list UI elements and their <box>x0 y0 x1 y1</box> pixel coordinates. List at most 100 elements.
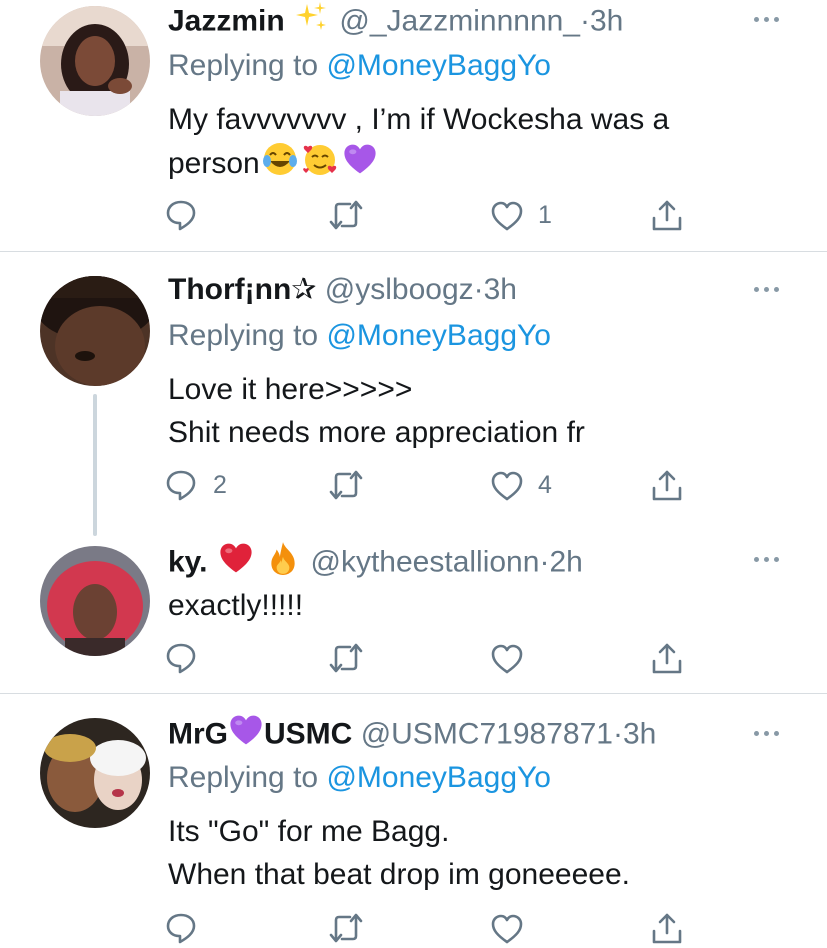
avatar[interactable] <box>40 6 150 116</box>
fire-icon <box>266 540 300 587</box>
tweet-text-line: Its "Go" for me Bagg. <box>168 815 450 848</box>
tweet-text-segment: person <box>168 146 260 180</box>
handle[interactable]: @yslboogz <box>325 273 474 306</box>
more-options-icon[interactable] <box>754 284 786 294</box>
reply-button[interactable] <box>165 195 213 235</box>
retweet-button[interactable] <box>328 465 364 505</box>
tweet-text-line: My favvvvvvv , I’m if Wockesha was a <box>168 103 670 136</box>
tweet-1[interactable]: Jazzmin @_Jazzminnnnn_·3h Replying to @M… <box>0 0 827 252</box>
reply-button[interactable] <box>165 908 199 948</box>
reply-icon[interactable] <box>165 468 199 502</box>
tweet-text-line: exactly!!!!! <box>168 589 304 622</box>
tweet-4[interactable]: MrG USMC @USMC71987871·3h Replying to @M… <box>0 694 827 944</box>
timestamp[interactable]: 3h <box>484 273 517 306</box>
more-options-icon[interactable] <box>754 728 786 738</box>
purple-heart-icon <box>228 712 264 759</box>
share-icon[interactable] <box>650 468 684 502</box>
mention-link[interactable]: @MoneyBaggYo <box>326 319 551 352</box>
tweet-actions: 1 <box>165 195 695 235</box>
tweet-text: My favvvvvvv , I’m if Wockesha was a per… <box>168 98 669 189</box>
reply-icon[interactable] <box>165 911 199 945</box>
replying-to-label: Replying to <box>168 49 319 82</box>
share-button[interactable] <box>650 908 684 948</box>
mention-link[interactable]: @MoneyBaggYo <box>326 49 551 82</box>
tweet-actions <box>165 638 695 678</box>
like-button[interactable] <box>490 638 524 678</box>
tweet-text-line: Shit needs more appreciation fr <box>168 416 585 449</box>
separator-dot: · <box>580 4 590 38</box>
like-icon[interactable] <box>490 468 524 502</box>
retweet-button[interactable] <box>328 638 364 678</box>
tweet-text: Love it here>>>>> Shit needs more apprec… <box>168 368 585 454</box>
timestamp[interactable]: 3h <box>623 717 656 750</box>
tweet-text: Its "Go" for me Bagg. When that beat dro… <box>168 810 630 896</box>
tweet-header: ky. @kytheestallionn·2h <box>168 540 583 580</box>
display-name[interactable]: Thorf¡nn✰ <box>168 273 316 306</box>
reply-icon[interactable] <box>165 198 199 232</box>
display-name[interactable]: ky. <box>168 545 207 578</box>
like-button[interactable]: 1 <box>490 195 552 235</box>
like-icon[interactable] <box>490 198 524 232</box>
tweet-text-line: When that beat drop im goneeeee. <box>168 858 630 891</box>
more-options-icon[interactable] <box>754 14 786 24</box>
purple-heart-icon <box>342 141 378 189</box>
retweet-icon[interactable] <box>328 640 364 676</box>
display-name[interactable]: Jazzmin <box>168 4 285 37</box>
share-icon[interactable] <box>650 198 684 232</box>
avatar[interactable] <box>40 546 150 656</box>
like-button[interactable] <box>490 908 524 948</box>
tweet-3[interactable]: ky. @kytheestallionn·2h exactly!!!!! <box>0 532 827 694</box>
tweet-2[interactable]: Thorf¡nn✰ @yslboogz·3h Replying to @Mone… <box>0 252 827 536</box>
like-icon[interactable] <box>490 641 524 675</box>
reply-count: 2 <box>213 470 227 499</box>
retweet-icon[interactable] <box>328 910 364 946</box>
separator-dot: · <box>539 545 550 579</box>
tweet-text: exactly!!!!! <box>168 584 303 627</box>
tweet-actions: 2 4 <box>165 465 695 505</box>
retweet-icon[interactable] <box>328 197 364 233</box>
like-count: 1 <box>538 200 552 229</box>
handle[interactable]: @USMC71987871 <box>361 717 613 750</box>
reply-button[interactable]: 2 <box>165 465 227 505</box>
display-name-part[interactable]: USMC <box>264 717 352 750</box>
tweet-text-line: Love it here>>>>> <box>168 373 413 406</box>
separator-dot: · <box>473 273 484 306</box>
tweet-header: Jazzmin @_Jazzminnnnn_·3h <box>168 0 623 40</box>
thread-connector <box>93 394 97 536</box>
share-button[interactable] <box>650 195 684 235</box>
share-button[interactable] <box>650 638 684 678</box>
separator-dot: · <box>612 717 623 751</box>
tweet-text-line: person <box>168 141 669 189</box>
avatar[interactable] <box>40 718 150 828</box>
timestamp[interactable]: 2h <box>549 545 582 578</box>
display-name-part[interactable]: MrG <box>168 717 228 750</box>
mention-link[interactable]: @MoneyBaggYo <box>326 761 551 794</box>
share-icon[interactable] <box>650 911 684 945</box>
retweet-button[interactable] <box>328 908 364 948</box>
red-heart-icon <box>218 540 254 587</box>
reply-icon[interactable] <box>165 641 199 675</box>
handle[interactable]: @_Jazzminnnnn_ <box>339 4 580 37</box>
share-icon[interactable] <box>650 641 684 675</box>
replying-to: Replying to @MoneyBaggYo <box>168 46 551 86</box>
sparkles-icon <box>295 0 329 45</box>
avatar[interactable] <box>40 276 150 386</box>
joy-icon <box>262 141 298 189</box>
retweet-button[interactable] <box>328 195 364 235</box>
replying-to: Replying to @MoneyBaggYo <box>168 316 551 356</box>
retweet-icon[interactable] <box>328 467 364 503</box>
replying-to-label: Replying to <box>168 319 319 352</box>
like-button[interactable]: 4 <box>490 465 552 505</box>
reply-button[interactable] <box>165 638 199 678</box>
timestamp[interactable]: 3h <box>590 4 623 37</box>
tweet-header: MrG USMC @USMC71987871·3h <box>168 712 656 752</box>
smiling-face-hearts-icon <box>302 141 338 189</box>
like-count: 4 <box>538 470 552 499</box>
like-icon[interactable] <box>490 911 524 945</box>
share-button[interactable] <box>650 465 684 505</box>
handle[interactable]: @kytheestallionn <box>311 545 540 578</box>
replying-to-label: Replying to <box>168 761 319 794</box>
tweet-actions <box>165 908 695 948</box>
replying-to: Replying to @MoneyBaggYo <box>168 758 551 798</box>
more-options-icon[interactable] <box>754 554 786 564</box>
